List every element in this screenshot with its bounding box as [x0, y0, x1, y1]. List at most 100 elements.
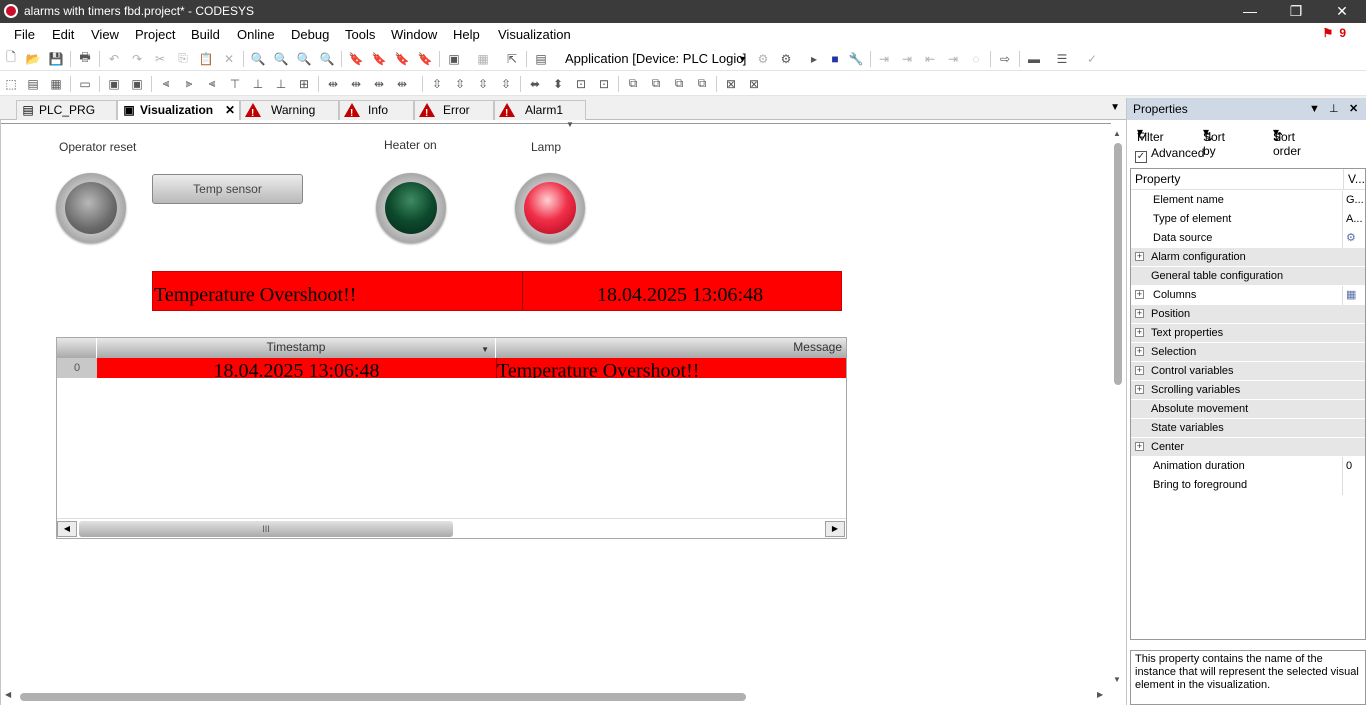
property-row[interactable]: + Position: [1131, 305, 1365, 324]
menu-tools[interactable]: Tools: [345, 27, 375, 42]
scroll-thumb[interactable]: [1114, 143, 1122, 385]
step-out-icon[interactable]: ⇤: [922, 51, 938, 66]
menu-help[interactable]: Help: [453, 27, 480, 42]
property-row[interactable]: Animation duration 0: [1131, 457, 1365, 476]
scroll-thumb[interactable]: [20, 693, 746, 701]
distribute-h4-icon[interactable]: ⇹: [394, 76, 410, 91]
print-icon[interactable]: 🖶: [77, 50, 93, 66]
stop-icon[interactable]: ■: [827, 51, 843, 66]
table-config-icon[interactable]: ▦: [1342, 286, 1365, 305]
tab-error[interactable]: Error: [414, 100, 494, 123]
tab-list-dropdown-icon[interactable]: ▼: [1110, 102, 1120, 113]
bookmark-prev-icon[interactable]: 🔖: [394, 51, 410, 66]
application-selector[interactable]: Application [Device: PLC Logic] ▼: [561, 49, 751, 69]
expand-icon[interactable]: +: [1135, 442, 1144, 451]
align-top-icon[interactable]: ⊤: [227, 76, 243, 91]
menu-build[interactable]: Build: [191, 27, 220, 42]
menu-debug[interactable]: Debug: [291, 27, 329, 42]
step-into-icon[interactable]: ⇥: [899, 51, 915, 66]
visu-interface-icon[interactable]: ▦: [48, 76, 64, 91]
alarm-table[interactable]: Timestamp ▼ Message 0 18.04.2025 13:06:4…: [56, 337, 847, 539]
scroll-down-icon[interactable]: ▼: [1113, 675, 1121, 684]
zoom-selection-icon[interactable]: ⊠: [746, 76, 762, 91]
table-row[interactable]: 0 18.04.2025 13:06:48 Temperature Oversh…: [57, 358, 846, 378]
same-height-icon[interactable]: ⬍: [550, 76, 566, 91]
group-icon[interactable]: ▣: [106, 76, 122, 91]
property-row[interactable]: + Scrolling variables: [1131, 381, 1365, 400]
sort-order-button[interactable]: ⇵ Sort order ▾: [1273, 125, 1301, 158]
editor-horizontal-scrollbar[interactable]: ◀ ▶: [1, 690, 1111, 704]
export-icon[interactable]: ⇱: [504, 51, 520, 66]
property-value[interactable]: [1342, 476, 1365, 495]
distribute-v3-icon[interactable]: ⇳: [475, 76, 491, 91]
align-right-icon[interactable]: ⫷: [204, 76, 220, 91]
expand-icon[interactable]: +: [1135, 290, 1144, 299]
property-row[interactable]: Data source ⚙: [1131, 229, 1365, 248]
visu-keyboard-icon[interactable]: ▭: [77, 76, 93, 91]
reset-icon[interactable]: 🔧: [848, 51, 864, 66]
tab-alarm1[interactable]: Alarm1: [494, 100, 586, 123]
scroll-right-icon[interactable]: ▶: [825, 521, 845, 537]
alarm-indicator[interactable]: ⚑ 9: [1317, 26, 1346, 40]
bookmark-clear-icon[interactable]: 🔖: [417, 51, 433, 66]
grid-icon[interactable]: ⊡: [596, 76, 612, 91]
property-row[interactable]: Type of element A...: [1131, 210, 1365, 229]
scroll-up-icon[interactable]: ▲: [1113, 129, 1121, 138]
distribute-v-icon[interactable]: ⇳: [429, 76, 445, 91]
align-bottom-icon[interactable]: ⊥: [273, 76, 289, 91]
minimize-button[interactable]: —: [1227, 0, 1273, 23]
align-center-icon[interactable]: ⫸: [181, 76, 197, 91]
property-row[interactable]: Bring to foreground: [1131, 476, 1365, 495]
restore-button[interactable]: ❐: [1273, 0, 1319, 23]
paste-icon[interactable]: 📋: [198, 51, 214, 66]
tab-info[interactable]: Info: [339, 100, 414, 123]
write-values-icon[interactable]: ⇨: [997, 51, 1013, 66]
align-middle-icon[interactable]: ⊥: [250, 76, 266, 91]
property-row[interactable]: + Selection: [1131, 343, 1365, 362]
new-project-icon[interactable]: 🗋: [3, 50, 19, 66]
filter-icon[interactable]: ☰: [1054, 51, 1070, 66]
cut-icon[interactable]: ✂: [152, 51, 168, 66]
timestamp-column-header[interactable]: Timestamp ▼: [97, 338, 496, 358]
tab-plc-prg[interactable]: ▤ PLC_PRG: [16, 100, 117, 120]
splitter-handle-icon[interactable]: ▼: [566, 120, 574, 129]
visu-select-icon[interactable]: ⬚: [3, 76, 19, 91]
breakpoint-icon[interactable]: ◌: [968, 51, 984, 66]
add-object-icon[interactable]: ▦: [475, 51, 491, 66]
check-icon[interactable]: ✓: [1084, 51, 1100, 66]
bring-front-icon[interactable]: ⧉: [625, 76, 641, 91]
property-row[interactable]: State variables: [1131, 419, 1365, 438]
replace-icon[interactable]: 🔍: [319, 51, 335, 66]
scroll-left-icon[interactable]: ◀: [5, 690, 11, 699]
menu-online[interactable]: Online: [237, 27, 275, 42]
tab-visualization[interactable]: ▣ Visualization ✕: [117, 100, 240, 121]
delete-icon[interactable]: ✕: [221, 51, 237, 66]
window-icon[interactable]: ▣: [446, 51, 462, 66]
build-icon[interactable]: ▤: [533, 51, 549, 66]
expand-icon[interactable]: +: [1135, 309, 1144, 318]
start-icon[interactable]: ▸: [806, 51, 822, 66]
bookmark-icon[interactable]: 🔖: [348, 51, 364, 66]
zoom-fit-icon[interactable]: ⊠: [723, 76, 739, 91]
scroll-thumb[interactable]: III: [79, 521, 453, 537]
property-value[interactable]: A...: [1342, 210, 1365, 229]
property-row[interactable]: + Alarm configuration: [1131, 248, 1365, 267]
expand-icon[interactable]: +: [1135, 328, 1144, 337]
menu-view[interactable]: View: [91, 27, 119, 42]
ungroup-icon[interactable]: ▣: [129, 76, 145, 91]
find-next-icon[interactable]: 🔍: [273, 51, 289, 66]
send-backward-icon[interactable]: ⧉: [671, 76, 687, 91]
sort-by-button[interactable]: ⇅ Sort by ▾: [1203, 125, 1225, 158]
bring-forward-icon[interactable]: ⧉: [648, 76, 664, 91]
temp-sensor-button[interactable]: Temp sensor: [152, 174, 303, 204]
visu-element-list-icon[interactable]: ▤: [25, 76, 41, 91]
menu-window[interactable]: Window: [391, 27, 437, 42]
pin-icon[interactable]: ⊥: [1329, 98, 1339, 120]
find-icon[interactable]: 🔍: [250, 51, 266, 66]
property-value[interactable]: G...: [1342, 191, 1365, 210]
advanced-checkbox[interactable]: ✓ Advanced: [1135, 146, 1204, 163]
same-size2-icon[interactable]: ⊡: [573, 76, 589, 91]
step-over-icon[interactable]: ⇥: [876, 51, 892, 66]
same-size-icon[interactable]: ⊞: [296, 76, 312, 91]
run-to-cursor-icon[interactable]: ⇥: [945, 51, 961, 66]
